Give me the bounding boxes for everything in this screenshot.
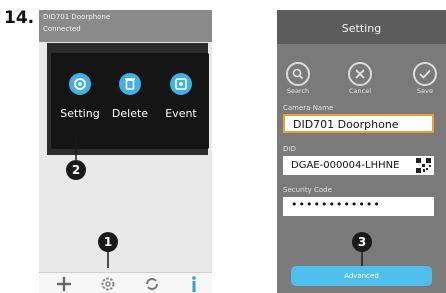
phone-camera-list: DID701 Doorphone Connected Setting Delet… [39, 10, 212, 293]
callout-2: 2 [66, 160, 86, 180]
callout-3: 3 [352, 232, 372, 252]
advanced-button[interactable]: Advanced [291, 266, 432, 286]
bottom-toolbar [39, 272, 212, 293]
refresh-icon[interactable] [142, 274, 162, 293]
callout-1: 1 [98, 232, 118, 252]
phone-setting-screen: Setting Search Cancel Save Camera Name D… [277, 10, 446, 293]
callout-leader-lines [75, 135, 109, 268]
gear-icon[interactable] [98, 274, 118, 293]
step-number: 14. [4, 8, 35, 28]
plus-icon[interactable] [54, 274, 74, 293]
info-icon[interactable] [184, 274, 204, 293]
